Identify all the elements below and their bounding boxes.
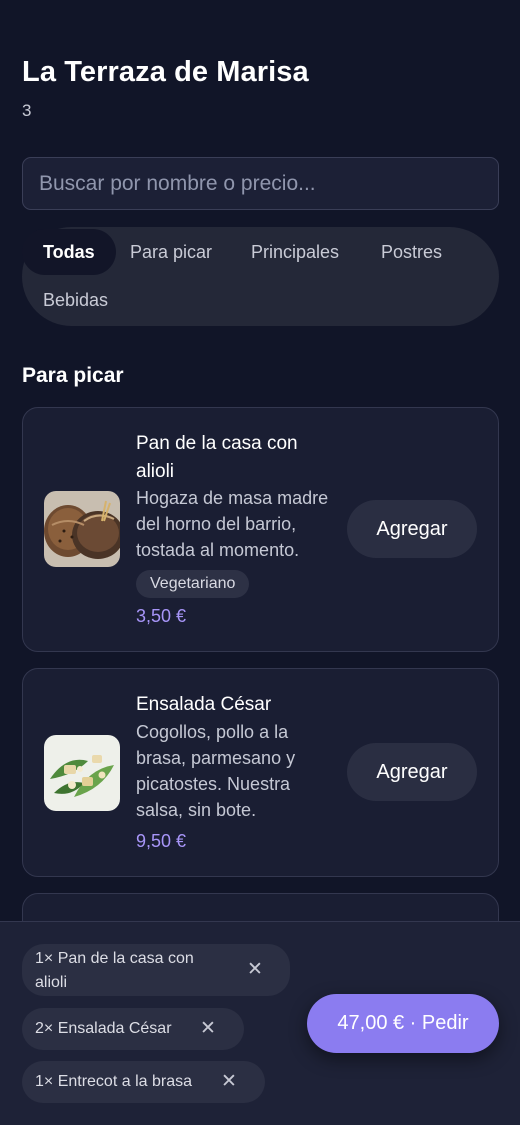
- header: La Terraza de Marisa 3: [22, 56, 309, 121]
- cart-item: 1× Pan de la casa con alioli ✕: [22, 944, 290, 996]
- close-icon[interactable]: ✕: [221, 1061, 237, 1103]
- item-price: 3,50 €: [136, 606, 187, 626]
- diet-tag: Vegetariano: [136, 570, 250, 598]
- add-button[interactable]: Agregar: [347, 743, 477, 801]
- cart-item: 1× Entrecot a la brasa ✕: [22, 1061, 265, 1103]
- item-price: 9,50 €: [136, 831, 187, 851]
- item-count: 3: [22, 101, 32, 120]
- close-icon[interactable]: ✕: [200, 1008, 216, 1050]
- filter-bebidas[interactable]: Bebidas: [22, 277, 129, 323]
- salad-icon: [44, 735, 120, 811]
- page-title: La Terraza de Marisa: [22, 56, 309, 88]
- close-icon[interactable]: ✕: [247, 958, 263, 982]
- item-name: Ensalada César: [136, 694, 272, 715]
- filter-postres[interactable]: Postres: [360, 229, 463, 275]
- category-filter: Todas Para picar Principales Postres Beb…: [22, 227, 499, 326]
- filter-todas[interactable]: Todas: [22, 229, 116, 275]
- filter-para-picar[interactable]: Para picar: [109, 229, 233, 275]
- item-name: Pan de la casa con alioli: [136, 433, 298, 482]
- search-input[interactable]: [22, 157, 499, 210]
- filter-principales[interactable]: Principales: [230, 229, 360, 275]
- menu-item-card: Pan de la casa con alioli Hogaza de masa…: [22, 407, 499, 652]
- add-button[interactable]: Agregar: [347, 500, 477, 558]
- cart-item-label: 1× Pan de la casa con alioli: [35, 950, 194, 991]
- order-button[interactable]: 47,00 € · Pedir: [307, 994, 499, 1053]
- bread-icon: [44, 491, 120, 567]
- cart-item: 2× Ensalada César ✕: [22, 1008, 244, 1050]
- section-title: Para picar: [22, 364, 124, 387]
- item-description: Cogollos, pollo a la brasa, parmesano y …: [136, 722, 296, 820]
- item-description: Hogaza de masa madre del horno del barri…: [136, 488, 329, 560]
- menu-item-card: Ensalada César Cogollos, pollo a la bras…: [22, 668, 499, 877]
